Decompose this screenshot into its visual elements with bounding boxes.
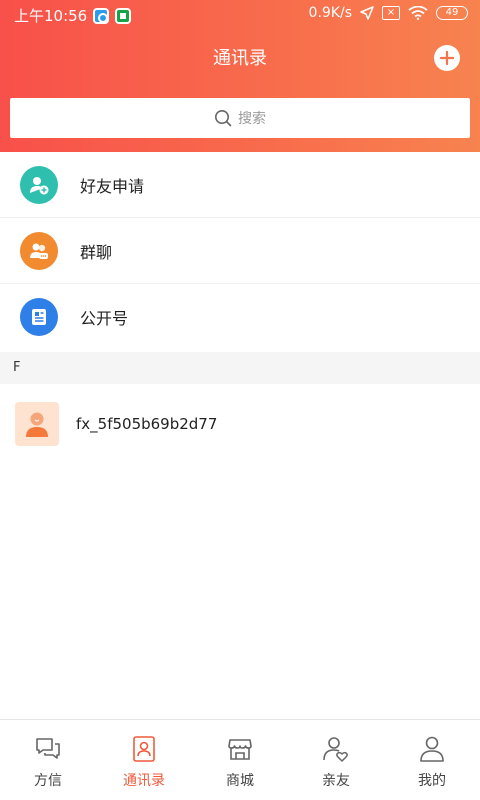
search-bar[interactable]: 搜索	[10, 98, 470, 138]
contact-row[interactable]: fx_5f505b69b2d77	[0, 392, 480, 456]
add-friend-icon	[20, 165, 58, 204]
search-placeholder: 搜索	[238, 111, 266, 127]
section-header: F	[0, 352, 480, 384]
location-arrow-icon	[360, 6, 374, 20]
contacts-icon	[133, 736, 155, 762]
wifi-icon	[408, 6, 428, 20]
official-account-icon	[20, 298, 58, 336]
profile-icon	[420, 736, 444, 762]
notification-app-icon	[93, 7, 110, 24]
contact-name: fx_5f505b69b2d77	[76, 415, 218, 433]
bottom-tab-bar: 方信 通讯录 商城 亲友 我的	[0, 719, 480, 800]
tab-contacts[interactable]: 通讯录	[96, 720, 192, 800]
add-button[interactable]	[434, 45, 460, 71]
menu-item-friend-requests[interactable]: 好友申请	[0, 152, 480, 218]
chat-bubbles-icon	[36, 738, 60, 759]
menu-item-label: 公开号	[80, 309, 129, 328]
friends-heart-icon	[323, 737, 348, 762]
menu-item-label: 好友申请	[80, 176, 145, 196]
avatar	[15, 402, 59, 446]
menu-item-official-accounts[interactable]: 公开号	[0, 284, 480, 350]
tab-label: 通讯录	[123, 773, 165, 789]
status-left: 上午10:56	[14, 5, 132, 26]
status-bar: 上午10:56 0.9K/s × 49	[0, 0, 480, 30]
menu-item-label: 群聊	[80, 242, 113, 262]
tab-friends[interactable]: 亲友	[288, 720, 384, 800]
tab-label: 商城	[226, 773, 254, 789]
network-speed: 0.9K/s	[308, 5, 352, 21]
default-avatar-icon	[26, 412, 48, 437]
tab-label: 我的	[418, 773, 446, 789]
tab-label: 方信	[34, 773, 62, 789]
menu-item-group-chat[interactable]: 群聊	[0, 218, 480, 284]
status-right: 0.9K/s × 49	[309, 5, 468, 21]
header: 上午10:56 0.9K/s × 49 通讯录 搜索	[0, 0, 480, 152]
no-sim-icon: ×	[382, 6, 400, 20]
notification-app-icon-2	[115, 7, 132, 24]
store-icon	[228, 739, 252, 760]
contact-menu: 好友申请 群聊 公开号	[0, 152, 480, 350]
tab-mine[interactable]: 我的	[384, 720, 480, 800]
tab-label: 亲友	[322, 773, 350, 789]
page-title: 通讯录	[213, 48, 267, 69]
tab-store[interactable]: 商城	[192, 720, 288, 800]
plus-icon	[440, 51, 454, 65]
status-time: 上午10:56	[14, 7, 88, 25]
battery-indicator: 49	[436, 6, 468, 20]
tab-fangxin[interactable]: 方信	[0, 720, 96, 800]
search-icon	[215, 110, 232, 127]
group-chat-icon	[20, 231, 58, 270]
